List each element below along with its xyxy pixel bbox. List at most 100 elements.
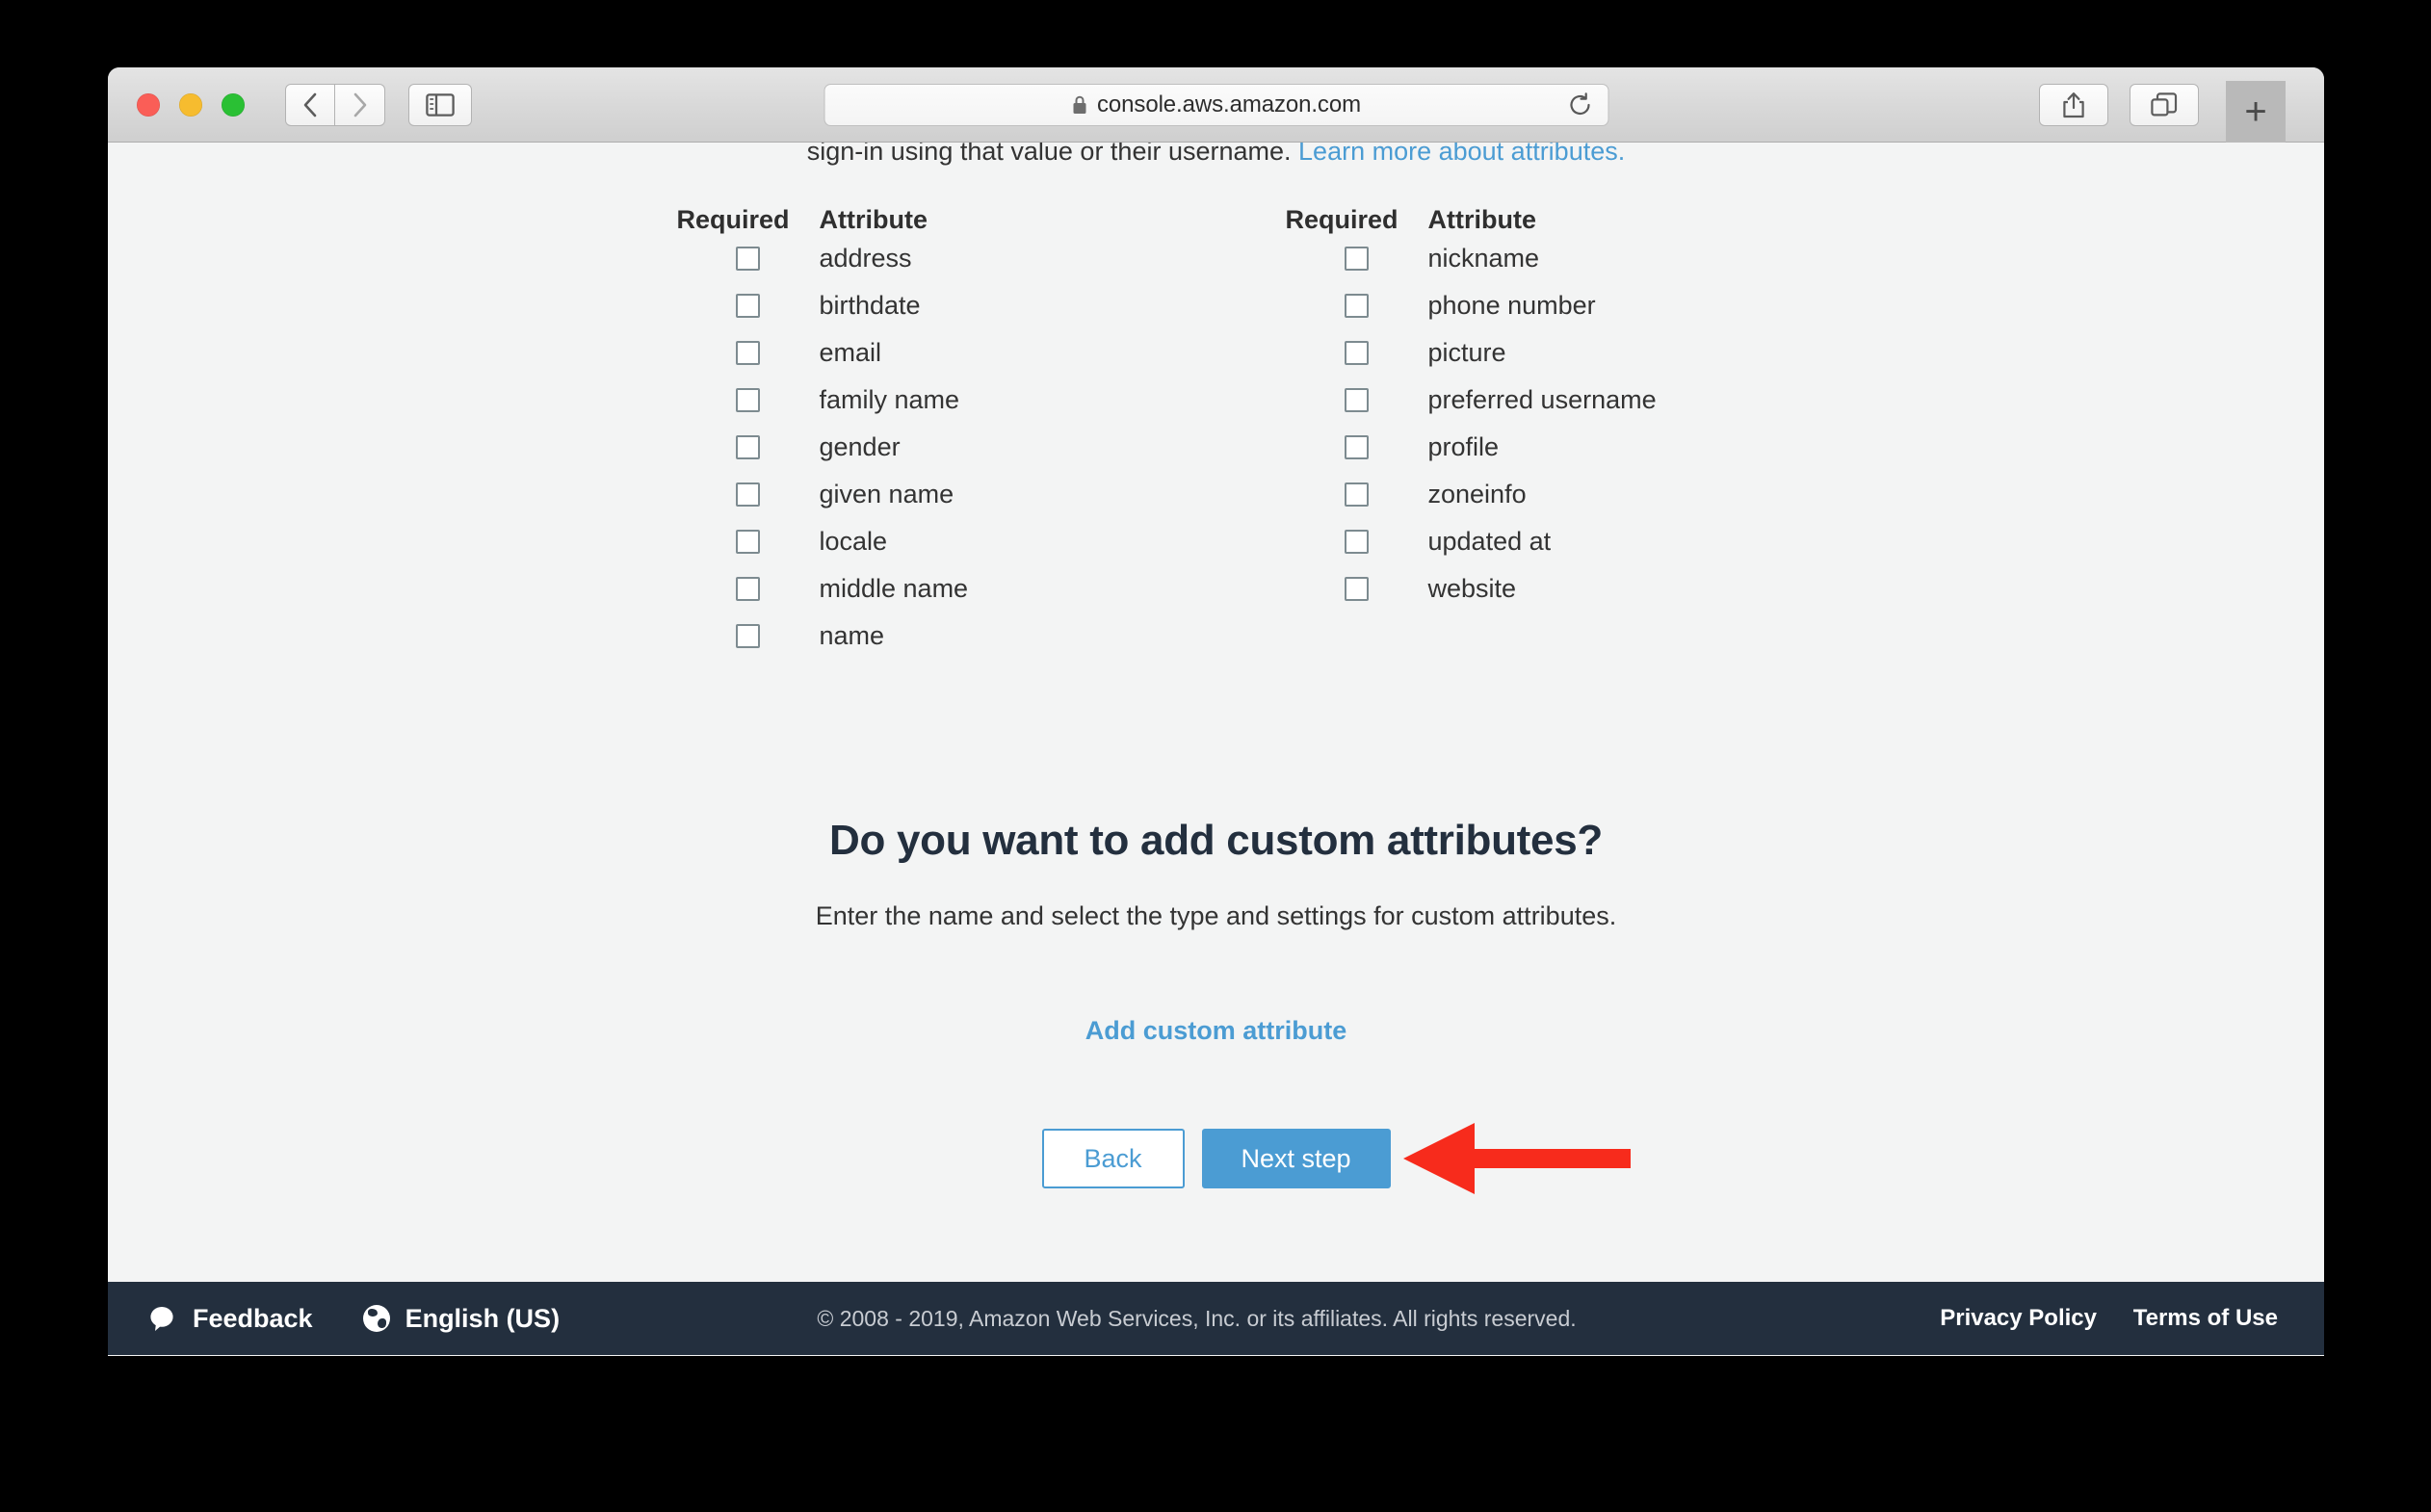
- table-row: profile: [1286, 424, 1756, 471]
- required-cell: [1286, 530, 1428, 554]
- column-header-left: Required Attribute: [677, 189, 1147, 235]
- attribute-label: picture: [1427, 338, 1506, 367]
- table-row: name: [677, 613, 1147, 660]
- attribute-label: address: [819, 244, 912, 273]
- navigation-buttons: [285, 83, 385, 126]
- attribute-label: website: [1427, 574, 1517, 603]
- toolbar-right-buttons: [2039, 83, 2199, 126]
- table-row: picture: [1286, 329, 1756, 377]
- new-tab-label: +: [2244, 91, 2267, 133]
- page-footer: Feedback English (US) © 2008 - 2019, Ama…: [108, 1282, 2324, 1355]
- required-cell: [677, 482, 820, 507]
- table-row: email: [677, 329, 1147, 377]
- attribute-checkbox-nickname[interactable]: [1345, 247, 1369, 271]
- table-row: updated at: [1286, 518, 1756, 565]
- attribute-checkbox-email[interactable]: [736, 341, 760, 365]
- speech-bubble-icon: [150, 1307, 173, 1331]
- required-cell: [677, 577, 820, 601]
- attribute-checkbox-zoneinfo[interactable]: [1345, 482, 1369, 507]
- attribute-label: family name: [819, 385, 960, 414]
- sidebar-toggle-button[interactable]: [408, 83, 472, 126]
- required-cell: [1286, 294, 1428, 318]
- table-row: given name: [677, 471, 1147, 518]
- back-navigation-button[interactable]: [285, 83, 335, 126]
- close-window-button[interactable]: [137, 92, 160, 117]
- page-content: sign-in using that value or their userna…: [108, 143, 2324, 1355]
- table-row: birthdate: [677, 282, 1147, 329]
- required-cell: [1286, 482, 1428, 507]
- required-cell: [677, 341, 820, 365]
- attributes-column-right: Required Attribute nickname phone number…: [1286, 189, 1756, 660]
- tab-overview-button[interactable]: [2130, 83, 2199, 126]
- reload-button[interactable]: [1567, 91, 1592, 117]
- attribute-label: locale: [819, 527, 888, 556]
- minimize-window-button[interactable]: [179, 92, 202, 117]
- url-text: console.aws.amazon.com: [1097, 91, 1361, 117]
- attribute-checkbox-updated-at[interactable]: [1345, 530, 1369, 554]
- header-attribute: Attribute: [1427, 205, 1536, 234]
- required-cell: [677, 388, 820, 412]
- table-row: nickname: [1286, 235, 1756, 282]
- learn-more-attributes-link[interactable]: Learn more about attributes.: [1298, 143, 1625, 166]
- share-icon: [2063, 91, 2084, 117]
- attribute-label: preferred username: [1427, 385, 1657, 414]
- new-tab-button[interactable]: +: [2226, 81, 2286, 143]
- attribute-checkbox-locale[interactable]: [736, 530, 760, 554]
- header-required: Required: [1285, 205, 1398, 234]
- attribute-checkbox-middle-name[interactable]: [736, 577, 760, 601]
- standard-attributes-table: Required Attribute address birthdate ema…: [108, 189, 2324, 660]
- attribute-label: profile: [1427, 432, 1500, 461]
- feedback-label: Feedback: [193, 1303, 313, 1333]
- required-cell: [1286, 435, 1428, 459]
- attribute-label: birthdate: [819, 291, 921, 320]
- privacy-policy-link[interactable]: Privacy Policy: [1940, 1305, 2097, 1332]
- sidebar-toggle-icon: [426, 92, 455, 117]
- red-arrow-left-icon: [1402, 1123, 1631, 1194]
- attribute-checkbox-family-name[interactable]: [736, 388, 760, 412]
- language-selector[interactable]: English (US): [362, 1304, 560, 1334]
- table-row: preferred username: [1286, 377, 1756, 424]
- chevron-right-icon: [353, 92, 366, 117]
- table-row: phone number: [1286, 282, 1756, 329]
- feedback-button[interactable]: Feedback: [148, 1304, 313, 1334]
- column-header-right: Required Attribute: [1286, 189, 1756, 235]
- attribute-label: given name: [819, 480, 954, 508]
- add-custom-attribute-link[interactable]: Add custom attribute: [1085, 1016, 1347, 1046]
- table-row: middle name: [677, 565, 1147, 613]
- share-button[interactable]: [2039, 83, 2108, 126]
- back-button[interactable]: Back: [1041, 1129, 1185, 1188]
- attribute-checkbox-website[interactable]: [1345, 577, 1369, 601]
- attribute-checkbox-preferred-username[interactable]: [1345, 388, 1369, 412]
- attribute-label: updated at: [1427, 527, 1552, 556]
- table-row: locale: [677, 518, 1147, 565]
- attribute-checkbox-birthdate[interactable]: [736, 294, 760, 318]
- table-row: website: [1286, 565, 1756, 613]
- required-cell: [677, 247, 820, 271]
- attribute-checkbox-gender[interactable]: [736, 435, 760, 459]
- header-attribute: Attribute: [819, 205, 928, 234]
- forward-navigation-button[interactable]: [335, 83, 385, 126]
- attribute-label: email: [819, 338, 882, 367]
- attribute-checkbox-address[interactable]: [736, 247, 760, 271]
- attribute-checkbox-picture[interactable]: [1345, 341, 1369, 365]
- attribute-label: nickname: [1427, 244, 1540, 273]
- terms-of-use-link[interactable]: Terms of Use: [2133, 1305, 2278, 1332]
- screen: console.aws.amazon.com + sign-in using t…: [0, 0, 2431, 1512]
- attribute-checkbox-name[interactable]: [736, 624, 760, 648]
- attribute-checkbox-phone-number[interactable]: [1345, 294, 1369, 318]
- copyright-text: © 2008 - 2019, Amazon Web Services, Inc.…: [817, 1305, 1577, 1331]
- tab-overview-icon: [2151, 91, 2178, 117]
- required-cell: [1286, 388, 1428, 412]
- lock-icon: [1073, 95, 1086, 114]
- address-bar[interactable]: console.aws.amazon.com: [823, 83, 1608, 126]
- required-cell: [1286, 577, 1428, 601]
- attributes-column-left: Required Attribute address birthdate ema…: [677, 189, 1147, 660]
- next-step-button[interactable]: Next step: [1201, 1129, 1391, 1188]
- attribute-label: gender: [819, 432, 901, 461]
- reload-icon: [1569, 91, 1590, 115]
- intro-paragraph: sign-in using that value or their userna…: [108, 143, 2324, 167]
- attribute-checkbox-profile[interactable]: [1345, 435, 1369, 459]
- attribute-checkbox-given-name[interactable]: [736, 482, 760, 507]
- maximize-window-button[interactable]: [222, 92, 245, 117]
- intro-text: sign-in using that value or their userna…: [806, 143, 1299, 166]
